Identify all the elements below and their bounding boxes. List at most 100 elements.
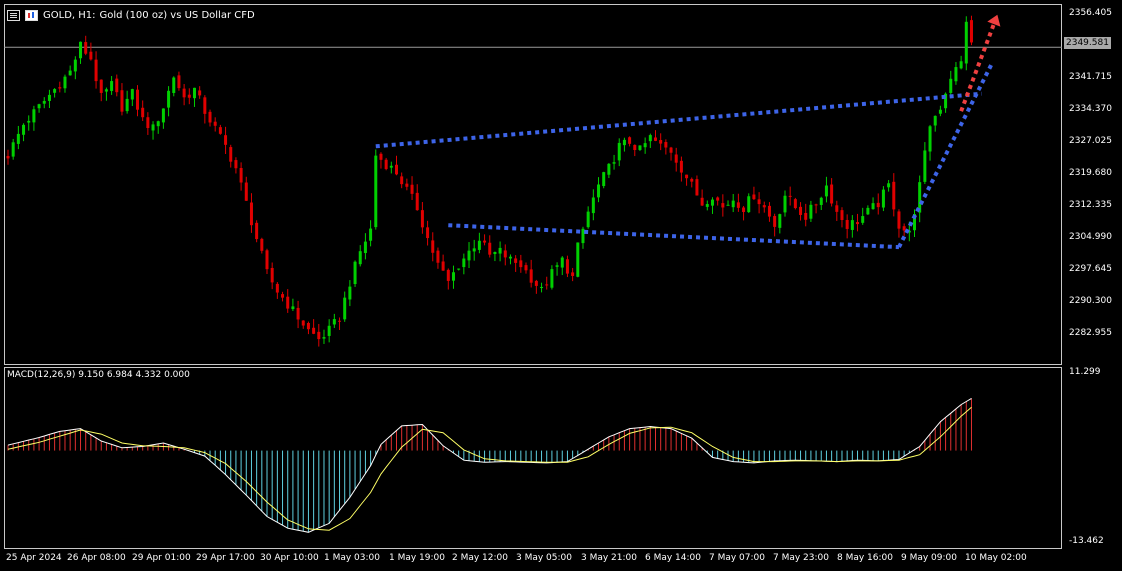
candle-body: [887, 183, 891, 188]
candle-body: [353, 261, 357, 285]
candle-body: [317, 331, 321, 340]
candle-body: [322, 337, 326, 339]
candle-body: [576, 242, 580, 277]
candle-body: [571, 272, 575, 276]
projection-arrow-head: [987, 14, 1001, 27]
candle-body: [824, 185, 828, 197]
candle-body: [742, 207, 746, 212]
candle-body: [933, 115, 937, 126]
candle-body: [306, 323, 310, 330]
candle-body: [819, 197, 823, 205]
candle-body: [550, 269, 554, 288]
candle-body: [218, 127, 222, 134]
candle-body: [483, 240, 487, 243]
x-tick-label: 6 May 14:00: [645, 553, 701, 563]
candle-body: [47, 94, 51, 101]
candle-body: [928, 126, 932, 152]
candle-body: [79, 41, 83, 59]
candle-body: [198, 90, 202, 96]
candle-body: [415, 192, 419, 211]
chart-menu-icon[interactable]: [7, 9, 20, 21]
macd-tick-label: -13.462: [1069, 536, 1104, 546]
candle-body: [120, 90, 124, 112]
y-tick-label: 2312.335: [1069, 200, 1112, 210]
macd-tick-label: 11.299: [1069, 367, 1101, 377]
candle-body: [312, 327, 316, 334]
candle-body: [809, 204, 813, 219]
candle-body: [524, 265, 528, 271]
candle-body: [648, 135, 652, 142]
candle-body: [617, 142, 621, 161]
x-tick-label: 29 Apr 17:00: [196, 553, 255, 563]
candle-body: [161, 108, 165, 123]
candle-body: [881, 189, 885, 208]
candle-body: [840, 210, 844, 220]
candle-body: [897, 211, 901, 229]
candle-body: [949, 78, 953, 93]
candle-body: [400, 176, 404, 185]
candle-body: [374, 155, 378, 228]
candle-body: [249, 202, 253, 226]
candle-body: [876, 202, 880, 208]
candle-body: [389, 165, 393, 168]
y-tick-label: 2304.990: [1069, 232, 1112, 242]
candle-body: [959, 61, 963, 69]
candle-body: [659, 140, 663, 144]
candle-body: [426, 227, 430, 239]
x-tick-label: 2 May 12:00: [452, 553, 508, 563]
y-tick-label: 2341.715: [1069, 72, 1112, 82]
candle-body: [457, 268, 461, 270]
candle-body: [969, 20, 973, 43]
candle-body: [726, 204, 730, 206]
x-tick-label: 8 May 16:00: [837, 553, 893, 563]
candle-body: [716, 197, 720, 201]
candle-body: [203, 97, 207, 114]
candle-body: [239, 168, 243, 183]
candle-body: [835, 205, 839, 212]
candle-body: [332, 319, 336, 325]
candle-body: [84, 42, 88, 54]
candle-body: [462, 258, 466, 268]
candle-body: [467, 250, 471, 261]
candle-body: [607, 163, 611, 175]
candle-body: [679, 160, 683, 173]
x-tick-label: 1 May 19:00: [389, 553, 445, 563]
candle-body: [441, 261, 445, 271]
candle-body: [104, 89, 108, 92]
candle-body: [343, 297, 347, 320]
candle-body: [638, 145, 642, 150]
candle-body: [514, 258, 518, 263]
candle-body: [436, 250, 440, 263]
candle-body: [58, 87, 62, 89]
candle-body: [534, 280, 538, 286]
candle-body: [270, 267, 274, 283]
y-tick-label: 2282.955: [1069, 328, 1112, 338]
candle-body: [892, 181, 896, 210]
candle-body: [384, 159, 388, 170]
x-tick-label: 29 Apr 01:00: [132, 553, 191, 563]
candle-body: [591, 197, 595, 214]
candle-body: [224, 135, 228, 145]
candle-body: [540, 286, 544, 288]
candle-body: [747, 196, 751, 213]
candle-body: [229, 147, 233, 162]
x-tick-label: 25 Apr 2024: [6, 553, 62, 563]
candle-body: [27, 120, 31, 123]
candle-body: [555, 265, 559, 267]
candle-body: [146, 117, 150, 129]
candle-body: [358, 251, 362, 265]
x-tick-label: 9 May 09:00: [901, 553, 957, 563]
candle-body: [793, 199, 797, 209]
candle-body: [783, 195, 787, 213]
candle-body: [156, 121, 160, 127]
candle-body: [446, 269, 450, 281]
chart-description: Gold (100 oz) vs US Dollar CFD: [99, 9, 255, 21]
candle-body: [99, 79, 103, 93]
candle-body: [529, 269, 533, 283]
candle-body: [664, 142, 668, 148]
candle-body: [622, 139, 626, 146]
candle-body: [136, 89, 139, 110]
candle-body: [762, 205, 766, 208]
chart-type-icon[interactable]: [25, 9, 38, 21]
candle-body: [690, 178, 694, 182]
